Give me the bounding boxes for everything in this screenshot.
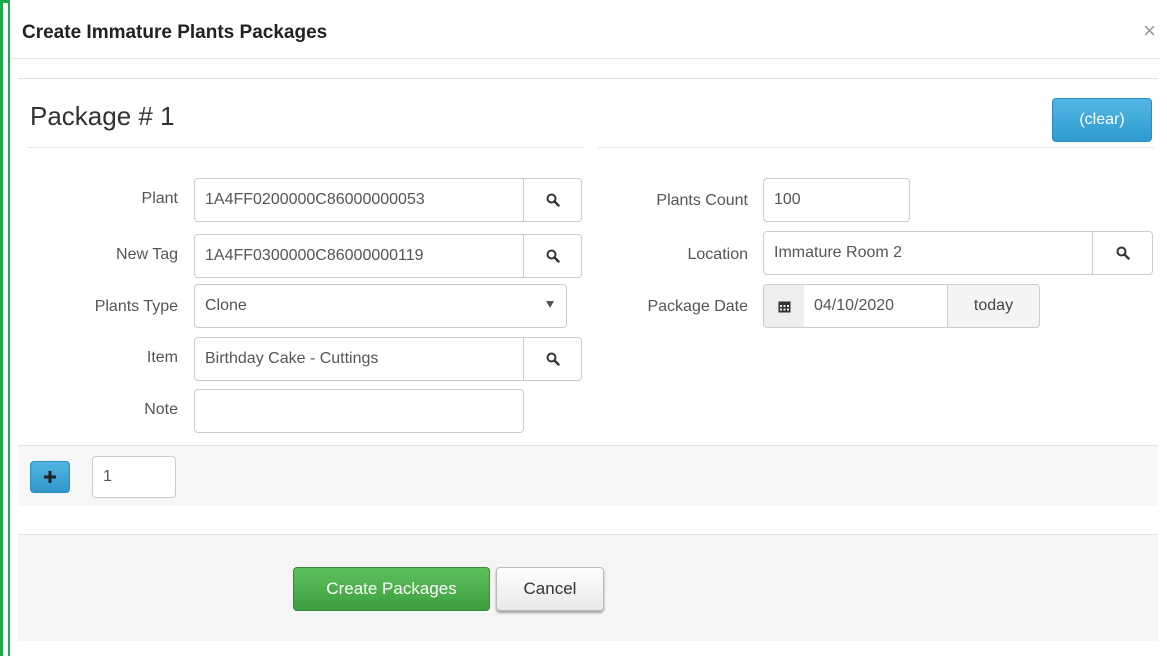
chevron-down-icon <box>546 301 554 308</box>
divider-left <box>28 147 583 148</box>
note-input[interactable] <box>194 389 524 433</box>
plant-input[interactable]: 1A4FF0200000C86000000053 <box>194 178 524 222</box>
plant-label: Plant <box>141 190 178 207</box>
search-icon <box>1116 246 1130 260</box>
search-icon <box>546 249 560 263</box>
new-tag-search-button[interactable] <box>524 234 582 278</box>
item-label: Item <box>146 349 178 366</box>
close-icon[interactable]: × <box>1143 18 1156 44</box>
search-icon <box>546 193 560 207</box>
plants-type-value: Clone <box>205 297 247 314</box>
package-count-input[interactable]: 1 <box>92 456 176 498</box>
add-package-button[interactable] <box>30 461 70 493</box>
plant-search-button[interactable] <box>524 178 582 222</box>
location-label: Location <box>687 246 749 263</box>
plants-count-label: Plants Count <box>656 192 748 209</box>
item-input[interactable]: Birthday Cake - Cuttings <box>194 337 524 381</box>
package-title: Package # 1 <box>30 101 175 131</box>
divider-right <box>598 147 1154 148</box>
add-package-row: 1 <box>18 445 1158 506</box>
cancel-button[interactable]: Cancel <box>496 567 604 611</box>
search-icon <box>546 352 560 366</box>
package-section: Package # 1 (clear) Plant 1A4FF0200000C8… <box>18 78 1158 446</box>
location-search-button[interactable] <box>1093 231 1153 275</box>
plants-type-label: Plants Type <box>94 298 178 315</box>
note-label: Note <box>144 401 178 418</box>
location-input[interactable]: Immature Room 2 <box>763 231 1093 275</box>
modal-footer: Create Packages Cancel <box>18 534 1158 641</box>
plants-count-input[interactable]: 100 <box>763 178 910 222</box>
calendar-icon <box>778 301 790 312</box>
clear-button[interactable]: (clear) <box>1052 98 1152 142</box>
modal-header: Create Immature Plants Packages × <box>10 10 1160 58</box>
modal-title: Create Immature Plants Packages <box>22 22 328 43</box>
item-search-button[interactable] <box>524 337 582 381</box>
header-divider <box>10 58 1160 59</box>
calendar-button[interactable] <box>763 284 805 328</box>
today-button[interactable]: today <box>948 284 1040 328</box>
plus-icon <box>44 471 56 483</box>
new-tag-input[interactable]: 1A4FF0300000C86000000119 <box>194 234 524 278</box>
plants-type-select[interactable]: Clone <box>194 284 567 328</box>
new-tag-label: New Tag <box>116 246 178 263</box>
package-date-label: Package Date <box>647 298 748 315</box>
create-packages-button[interactable]: Create Packages <box>293 567 490 611</box>
package-date-input[interactable]: 04/10/2020 <box>804 284 948 328</box>
